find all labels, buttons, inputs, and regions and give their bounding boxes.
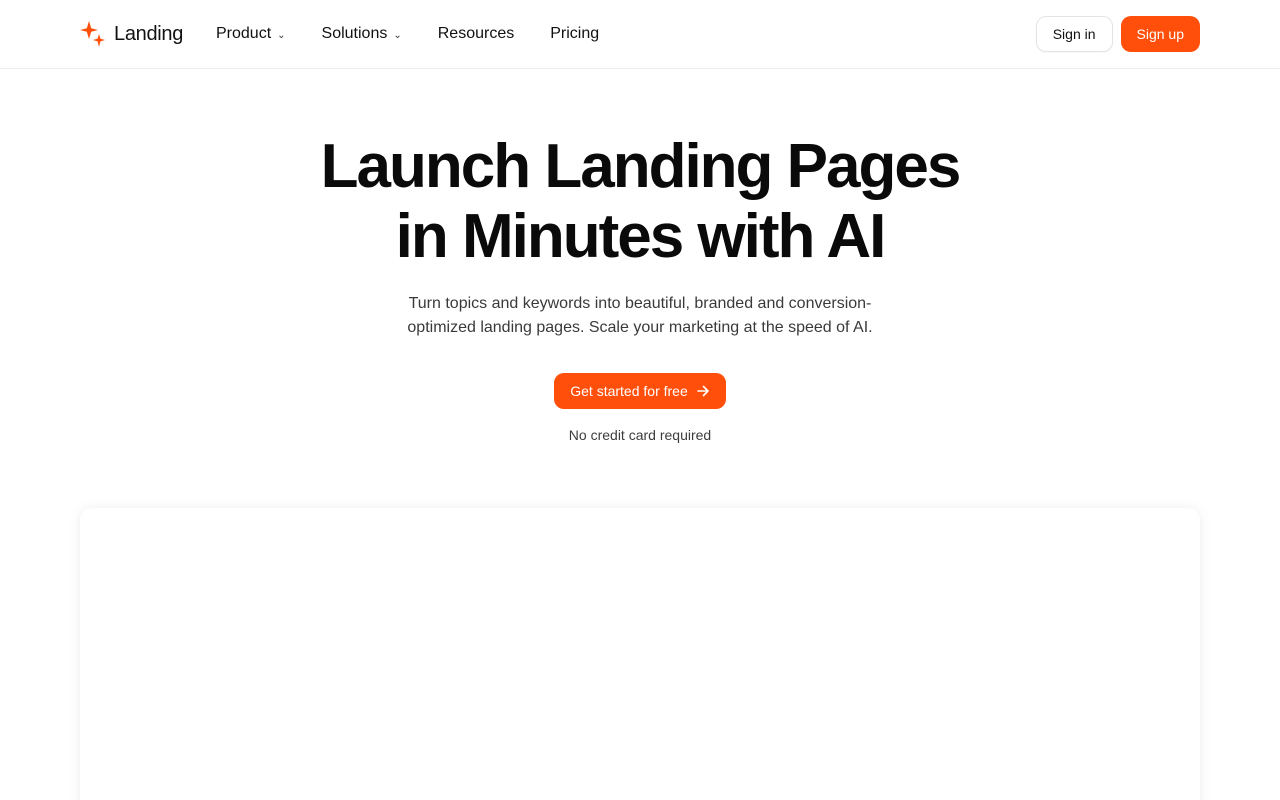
chevron-down-icon: ⌄: [277, 29, 286, 41]
chevron-down-icon: ⌄: [393, 29, 402, 41]
main-nav: Product ⌄ Solutions ⌄ Resources Pricing: [216, 0, 635, 68]
sign-up-button[interactable]: Sign up: [1120, 16, 1200, 52]
brand-name: Landing: [114, 22, 184, 45]
nav-item-label: Pricing: [550, 25, 600, 42]
sparkle-icon: [80, 20, 106, 48]
hero-title-line-1: Launch Landing Pages: [320, 132, 962, 201]
no-credit-card-note: No credit card required: [568, 427, 712, 443]
logo-link[interactable]: Landing: [80, 19, 183, 49]
nav-item-product[interactable]: Product ⌄: [216, 25, 286, 43]
nav-item-label: Solutions: [321, 25, 388, 42]
arrow-right-icon: [696, 384, 710, 398]
nav-item-resources[interactable]: Resources: [438, 25, 514, 43]
nav-item-pricing[interactable]: Pricing: [550, 25, 599, 43]
page: Landing Product ⌄ Solutions ⌄ Resources …: [0, 0, 1280, 800]
hero-title: Launch Landing Pages in Minutes with AI: [0, 132, 1280, 272]
product-preview-card: [80, 508, 1200, 800]
cta-label: Get started for free: [570, 383, 688, 399]
nav-item-label: Resources: [437, 25, 515, 42]
sign-in-button[interactable]: Sign in: [1035, 16, 1113, 52]
nav-item-label: Product: [216, 25, 272, 42]
hero-section: Launch Landing Pages in Minutes with AI …: [0, 132, 1280, 443]
auth-actions: Sign in Sign up: [1035, 16, 1200, 52]
site-header: Landing Product ⌄ Solutions ⌄ Resources …: [0, 0, 1280, 69]
hero-title-line-2: in Minutes with AI: [395, 202, 887, 271]
hero-subtitle: Turn topics and keywords into beautiful,…: [407, 295, 873, 336]
nav-item-solutions[interactable]: Solutions ⌄: [322, 25, 402, 43]
get-started-button[interactable]: Get started for free: [554, 373, 726, 409]
